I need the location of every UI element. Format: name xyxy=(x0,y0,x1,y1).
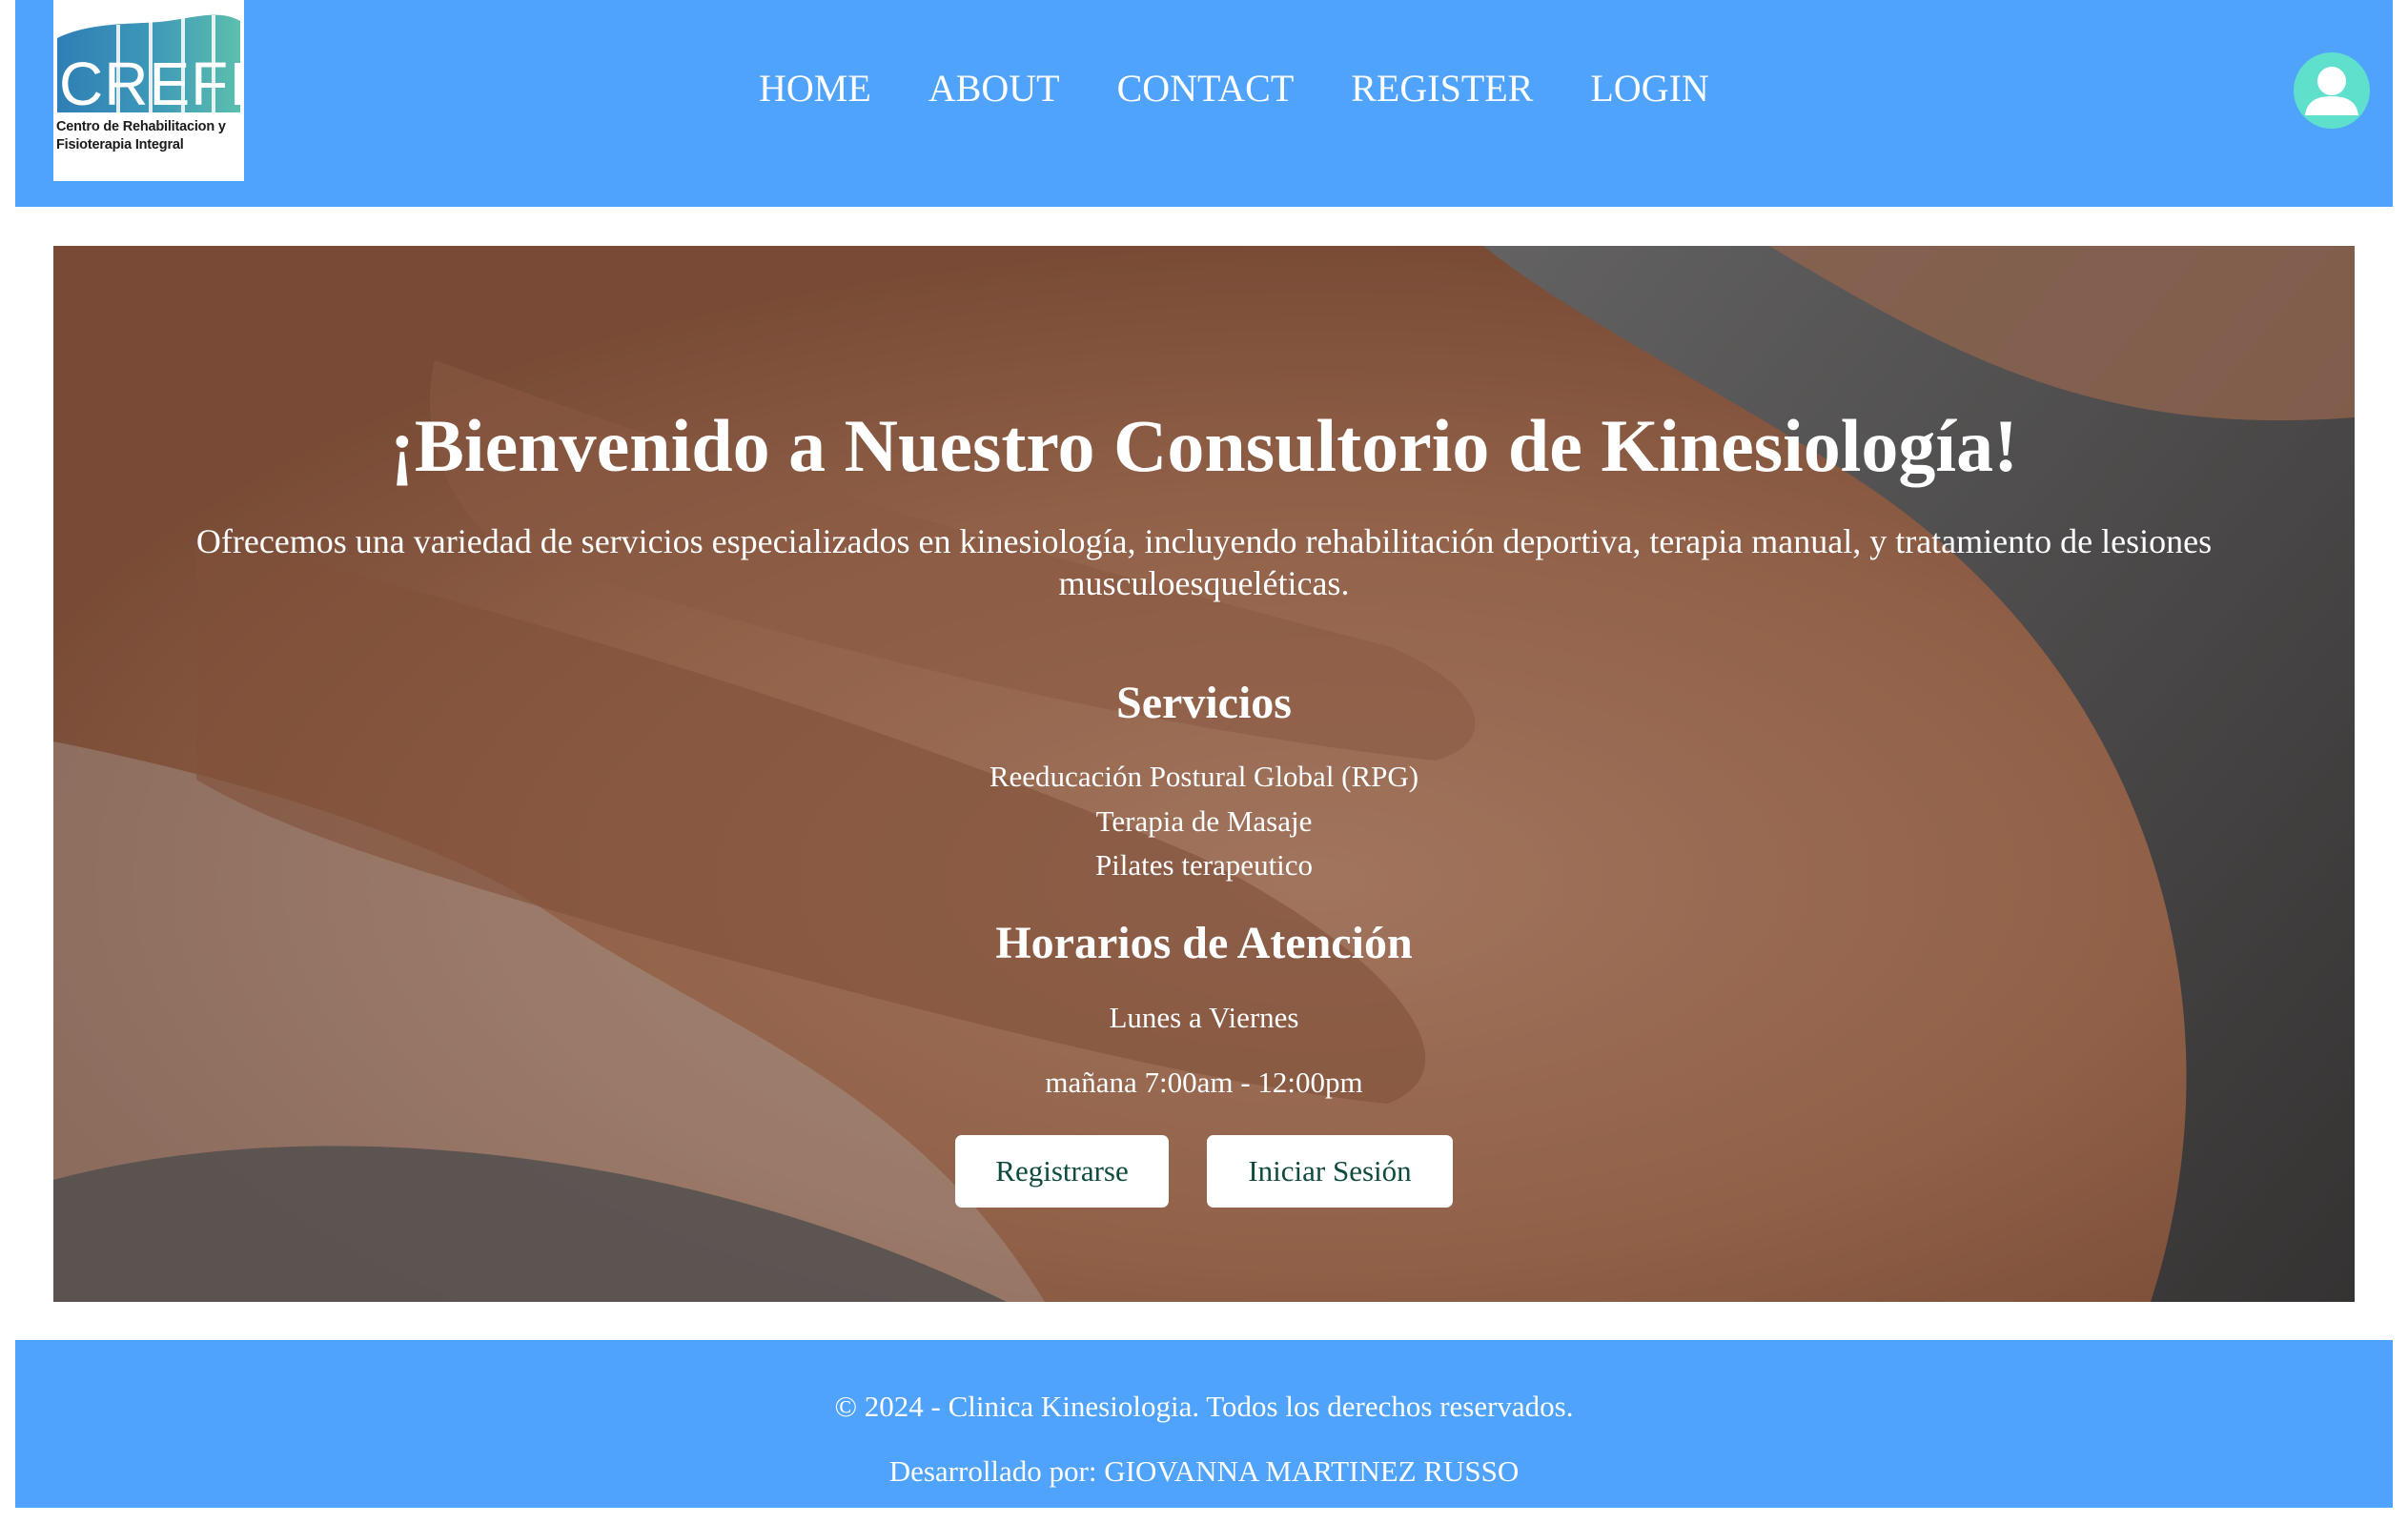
register-button[interactable]: Registrarse xyxy=(955,1135,1169,1208)
site-footer: © 2024 - Clinica Kinesiologia. Todos los… xyxy=(15,1340,2393,1508)
service-item: Terapia de Masaje xyxy=(1095,803,1313,838)
hero-description: Ofrecemos una variedad de servicios espe… xyxy=(195,522,2213,602)
hours-time: mañana 7:00am - 12:00pm xyxy=(1045,1066,1363,1099)
nav-contact-link[interactable]: CONTACT xyxy=(1117,65,1295,112)
nav-register-link[interactable]: REGISTER xyxy=(1351,65,1533,112)
login-button[interactable]: Iniciar Sesión xyxy=(1207,1135,1453,1208)
nav-home-link[interactable]: HOME xyxy=(759,65,871,112)
user-avatar-icon[interactable] xyxy=(2294,52,2370,129)
hero-content: ¡Bienvenido a Nuestro Consultorio de Kin… xyxy=(53,246,2355,1302)
main-nav: HOME ABOUT CONTACT REGISTER LOGIN xyxy=(759,65,1766,112)
service-item: Pilates terapeutico xyxy=(1094,848,1314,882)
hours-heading: Horarios de Atención xyxy=(995,918,1413,968)
service-item: Reeducación Postural Global (RPG) xyxy=(989,760,1419,793)
hours-days: Lunes a Viernes xyxy=(1109,1001,1299,1034)
nav-login-link[interactable]: LOGIN xyxy=(1590,65,1708,112)
logo-graphic: CREFI xyxy=(57,14,244,118)
logo-subtitle: Centro de Rehabilitacion y Fisioterapia … xyxy=(56,118,244,154)
hero-section: ¡Bienvenido a Nuestro Consultorio de Kin… xyxy=(53,246,2355,1302)
nav-about-link[interactable]: ABOUT xyxy=(929,65,1060,112)
logo-brand-text: CREFI xyxy=(59,50,244,118)
crefi-logo[interactable]: CREFI Centro de Rehabilitacion y Fisiote… xyxy=(53,0,244,181)
footer-developer: Desarrollado por: GIOVANNA MARTINEZ RUSS… xyxy=(888,1454,1520,1488)
hero-title: ¡Bienvenido a Nuestro Consultorio de Kin… xyxy=(389,404,2019,487)
logo-subtitle-line1: Centro de Rehabilitacion y xyxy=(56,119,226,134)
site-header: CREFI Centro de Rehabilitacion y Fisiote… xyxy=(15,0,2393,207)
footer-copyright: © 2024 - Clinica Kinesiologia. Todos los… xyxy=(834,1390,1574,1423)
services-heading: Servicios xyxy=(1116,678,1292,728)
logo-subtitle-line2: Fisioterapia Integral xyxy=(56,137,184,152)
services-list: Reeducación Postural Global (RPG) Terapi… xyxy=(53,755,2355,888)
